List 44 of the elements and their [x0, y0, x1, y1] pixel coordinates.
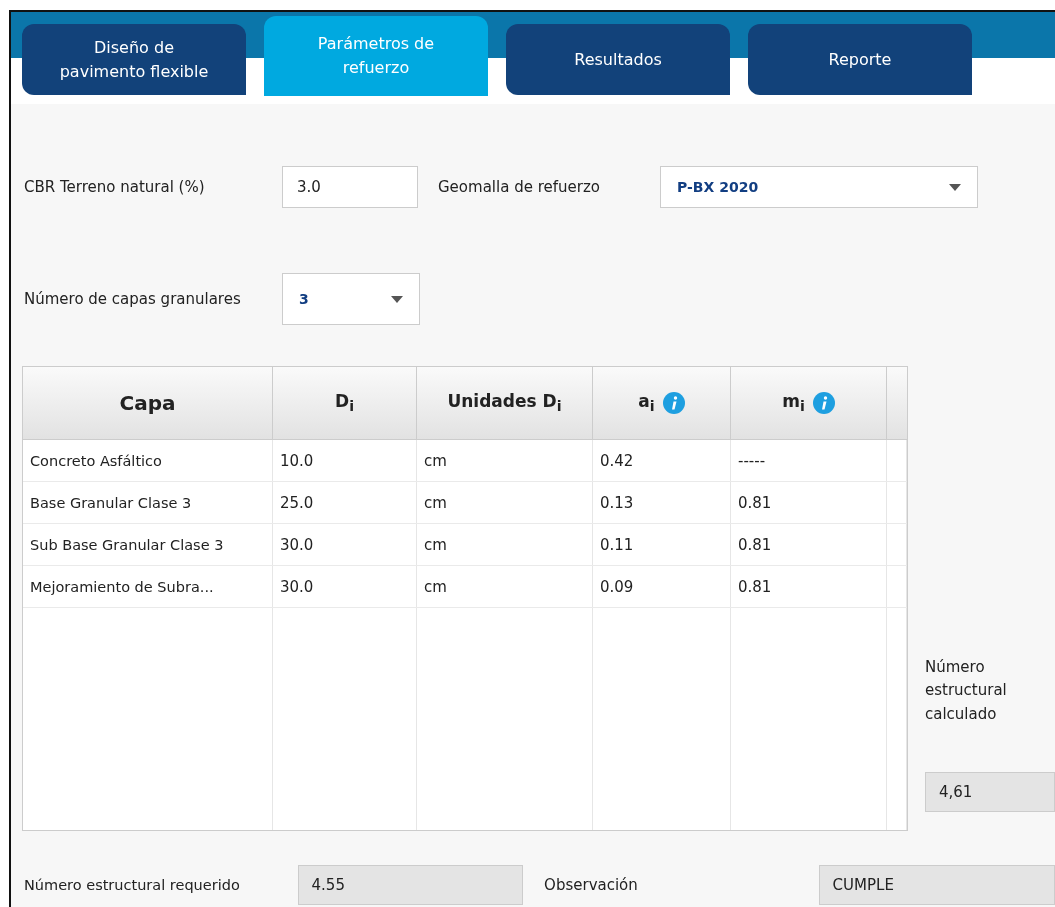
output-field: 4,61: [925, 771, 1055, 812]
table-cell: Mejoramiento de Subra...: [23, 566, 273, 607]
table-cell: cm: [417, 524, 593, 565]
table-cell: 30.0: [273, 524, 417, 565]
column-header[interactable]: Capa: [23, 367, 273, 439]
table-cell: cm: [417, 566, 593, 607]
table-cell: 10.0: [273, 440, 417, 481]
table-cell: 0.13: [593, 482, 731, 523]
caret-icon: [391, 295, 403, 303]
table-cell: Sub Base Granular Clase 3: [23, 524, 273, 565]
tab[interactable]: Diseño de pavimento flexible: [22, 24, 246, 95]
table-cell: 30.0: [273, 566, 417, 607]
table-cell: 0.81: [731, 566, 887, 607]
table-cell: cm: [417, 440, 593, 481]
column-header[interactable]: Unidades D$_{i}$: [417, 367, 593, 439]
field-label: Observación: [544, 876, 639, 894]
column-header[interactable]: D$_{i}$: [273, 367, 417, 439]
output-field: 4.55: [297, 865, 524, 905]
table-cell: cm: [417, 482, 593, 523]
table-cell: 0.09: [593, 566, 731, 607]
table-cell: 0.81: [731, 482, 887, 523]
table-cell: -----: [731, 440, 887, 481]
output-field: CUMPLE: [818, 865, 1055, 905]
table-cell: Base Granular Clase 3: [23, 482, 273, 523]
input-field[interactable]: 3.0: [282, 166, 418, 208]
table-cell: 0.11: [593, 524, 731, 565]
tab[interactable]: Reporte: [748, 24, 972, 95]
info-icon[interactable]: [662, 392, 685, 414]
field-label: CBR Terreno natural (%): [23, 178, 206, 196]
info-icon[interactable]: [812, 392, 835, 414]
field-label: Número estructural requerido: [23, 877, 241, 893]
table-cell: Concreto Asfáltico: [23, 440, 273, 481]
table-cell: 0.42: [593, 440, 731, 481]
dropdown[interactable]: P-BX 2020: [660, 166, 978, 208]
field-label: Número estructural calculado: [925, 657, 1008, 725]
dropdown[interactable]: 3: [282, 273, 420, 325]
field-label: Número de capas granulares: [23, 290, 242, 308]
caret-icon: [949, 183, 961, 191]
column-header[interactable]: a$_{i}$: [593, 367, 731, 439]
field-label: Geomalla de refuerzo: [438, 178, 601, 196]
table-cell: 0.81: [731, 524, 887, 565]
table-cell: 25.0: [273, 482, 417, 523]
column-header[interactable]: m$_{i}$: [731, 367, 887, 439]
tab[interactable]: Resultados: [506, 24, 730, 95]
